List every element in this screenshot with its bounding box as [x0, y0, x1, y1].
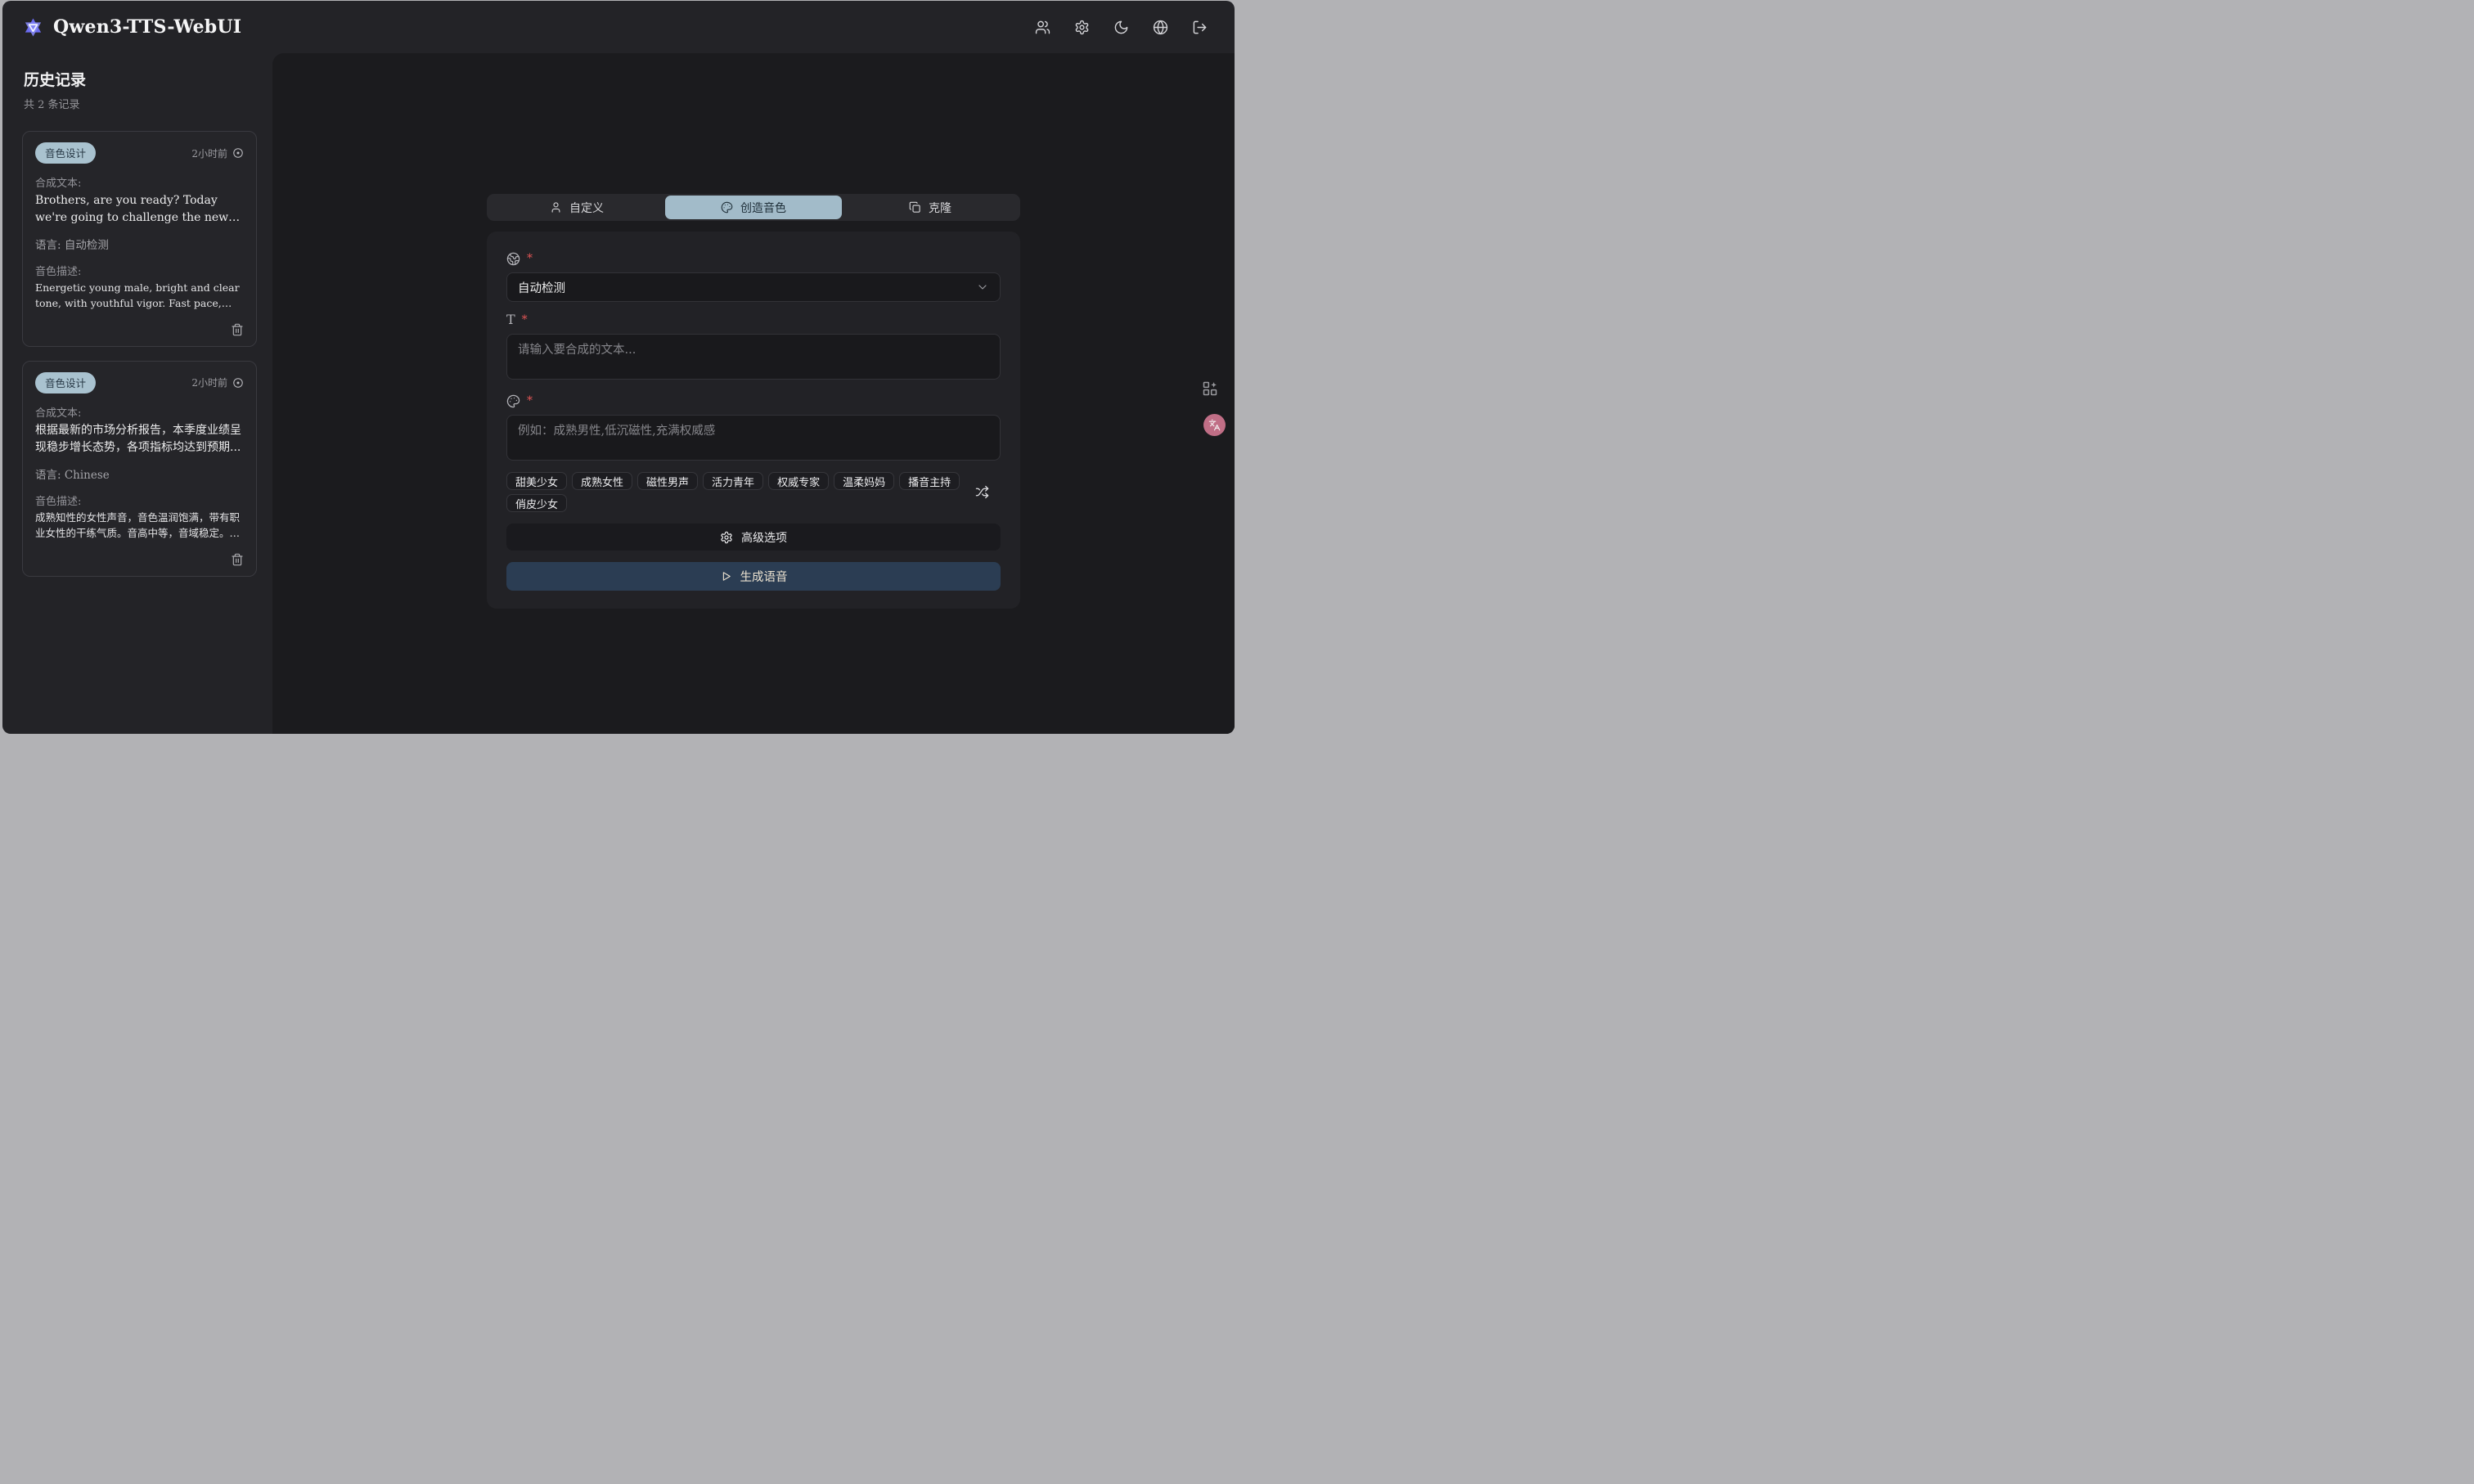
preset-tag[interactable]: 磁性男声: [637, 472, 698, 490]
language-line: 语言: 自动检测: [35, 236, 244, 252]
required-mark: *: [527, 395, 533, 407]
trash-icon: [231, 323, 244, 336]
users-icon: [1035, 20, 1050, 35]
required-mark: *: [522, 314, 528, 326]
chevron-down-icon: [976, 281, 989, 294]
logout-button[interactable]: [1185, 13, 1213, 41]
app-window: Qwen3-TTS-WebUI: [2, 1, 1235, 734]
preset-tags: 甜美少女 成熟女性 磁性男声 活力青年 权威专家 温柔妈妈 播音主持 俏皮少女: [506, 472, 969, 512]
delete-record-button[interactable]: [231, 323, 244, 336]
language-field-label: *: [506, 251, 1001, 266]
tab-label: 自定义: [569, 200, 604, 216]
moon-icon: [1113, 20, 1129, 35]
description-group: *: [506, 393, 1001, 464]
language-select-value: 自动检测: [518, 279, 565, 296]
copy-icon: [909, 201, 921, 214]
delete-record-button[interactable]: [231, 553, 244, 566]
tab-label: 创造音色: [740, 200, 786, 216]
card-meta: 2小时前: [191, 375, 244, 389]
advanced-options-label: 高级选项: [741, 529, 787, 546]
mode-tabbar: 自定义 创造音色 克隆: [487, 194, 1020, 221]
required-mark: *: [527, 253, 533, 264]
globe-icon: [1153, 20, 1168, 35]
advanced-options-button[interactable]: 高级选项: [506, 524, 1001, 551]
card-meta: 2小时前: [191, 146, 244, 160]
eye-icon[interactable]: [232, 147, 244, 159]
text-T-icon: T: [506, 313, 515, 326]
tab-create-voice[interactable]: 创造音色: [665, 196, 842, 219]
text-label: 合成文本:: [35, 174, 244, 190]
voice-description: Energetic young male, bright and clear t…: [35, 281, 244, 312]
palette-icon: [506, 394, 520, 408]
main-content: 自定义 创造音色 克隆: [272, 53, 1235, 734]
trash-icon: [231, 553, 244, 566]
eye-icon[interactable]: [232, 377, 244, 389]
voice-description-input[interactable]: [506, 415, 1001, 461]
random-preset-button[interactable]: [975, 485, 989, 499]
preset-tag[interactable]: 甜美少女: [506, 472, 567, 490]
translate-widget-button[interactable]: [1203, 414, 1226, 436]
preset-tag[interactable]: 活力青年: [703, 472, 763, 490]
dark-mode-button[interactable]: [1107, 13, 1135, 41]
text-group: T *: [506, 313, 1001, 383]
preset-tag[interactable]: 温柔妈妈: [834, 472, 894, 490]
card-header: 音色设计 2小时前: [35, 372, 244, 393]
preset-tags-row: 甜美少女 成熟女性 磁性男声 活力青年 权威专家 温柔妈妈 播音主持 俏皮少女: [506, 472, 1001, 512]
generate-speech-label: 生成语音: [740, 568, 788, 585]
description-field-label: *: [506, 393, 1001, 408]
description-label: 音色描述:: [35, 263, 244, 278]
settings-gear-icon: [1074, 20, 1090, 35]
shuffle-icon: [975, 485, 989, 499]
apps-widget-button[interactable]: [1202, 380, 1218, 397]
brand: Qwen3-TTS-WebUI: [22, 16, 241, 38]
history-sidebar: 历史记录 共 2 条记录 音色设计 2小时前 合成文本: Brothers, a…: [2, 53, 272, 734]
type-badge: 音色设计: [35, 142, 96, 164]
user-icon: [550, 201, 562, 214]
tab-label: 克隆: [929, 200, 951, 216]
description-label: 音色描述:: [35, 492, 244, 508]
history-count: 共 2 条记录: [24, 96, 272, 111]
header-actions: [1028, 13, 1213, 41]
play-icon: [720, 570, 732, 582]
header: Qwen3-TTS-WebUI: [2, 1, 1235, 53]
history-list: 音色设计 2小时前 合成文本: Brothers, are you ready?…: [22, 131, 272, 577]
synthesis-text: Brothers, are you ready? Today we're goi…: [35, 192, 244, 226]
preset-tag[interactable]: 权威专家: [768, 472, 829, 490]
earth-icon: [506, 252, 520, 266]
create-voice-panel: * 自动检测 T *: [487, 232, 1020, 609]
timestamp: 2小时前: [191, 375, 227, 389]
generate-speech-button[interactable]: 生成语音: [506, 562, 1001, 591]
card-header: 音色设计 2小时前: [35, 142, 244, 164]
history-card[interactable]: 音色设计 2小时前 合成文本: Brothers, are you ready?…: [22, 131, 257, 347]
preset-tag[interactable]: 成熟女性: [572, 472, 632, 490]
history-card[interactable]: 音色设计 2小时前 合成文本: 根据最新的市场分析报告，本季度业绩呈现稳步增长态…: [22, 361, 257, 577]
card-footer: [35, 323, 244, 336]
preset-tag[interactable]: 播音主持: [899, 472, 960, 490]
card-footer: [35, 553, 244, 566]
app-logo-icon: [22, 16, 44, 38]
text-label: 合成文本:: [35, 404, 244, 420]
synthesis-text: 根据最新的市场分析报告，本季度业绩呈现稳步增长态势，各项指标均达到预期...: [35, 422, 244, 456]
settings-button[interactable]: [1068, 13, 1095, 41]
translate-icon: [1208, 419, 1221, 431]
language-group: * 自动检测: [506, 251, 1001, 302]
language-select[interactable]: 自动检测: [506, 272, 1001, 302]
language-line: 语言: Chinese: [35, 465, 244, 482]
users-button[interactable]: [1028, 13, 1056, 41]
tab-clone[interactable]: 克隆: [842, 196, 1019, 219]
timestamp: 2小时前: [191, 146, 227, 160]
settings-gear-icon: [720, 531, 733, 544]
palette-icon: [721, 201, 733, 214]
logout-icon: [1192, 20, 1208, 35]
type-badge: 音色设计: [35, 372, 96, 393]
app-title: Qwen3-TTS-WebUI: [53, 16, 241, 38]
synthesis-text-input[interactable]: [506, 334, 1001, 380]
preset-tag[interactable]: 俏皮少女: [506, 494, 567, 512]
text-field-label: T *: [506, 313, 1001, 327]
tab-custom[interactable]: 自定义: [488, 196, 665, 219]
sidebar-title: 历史记录: [24, 68, 272, 90]
apps-sparkle-icon: [1202, 380, 1218, 397]
language-button[interactable]: [1146, 13, 1174, 41]
voice-description: 成熟知性的女性声音，音色温润饱满，带有职业女性的干练气质。音高中等，音域稳定。语…: [35, 510, 244, 542]
